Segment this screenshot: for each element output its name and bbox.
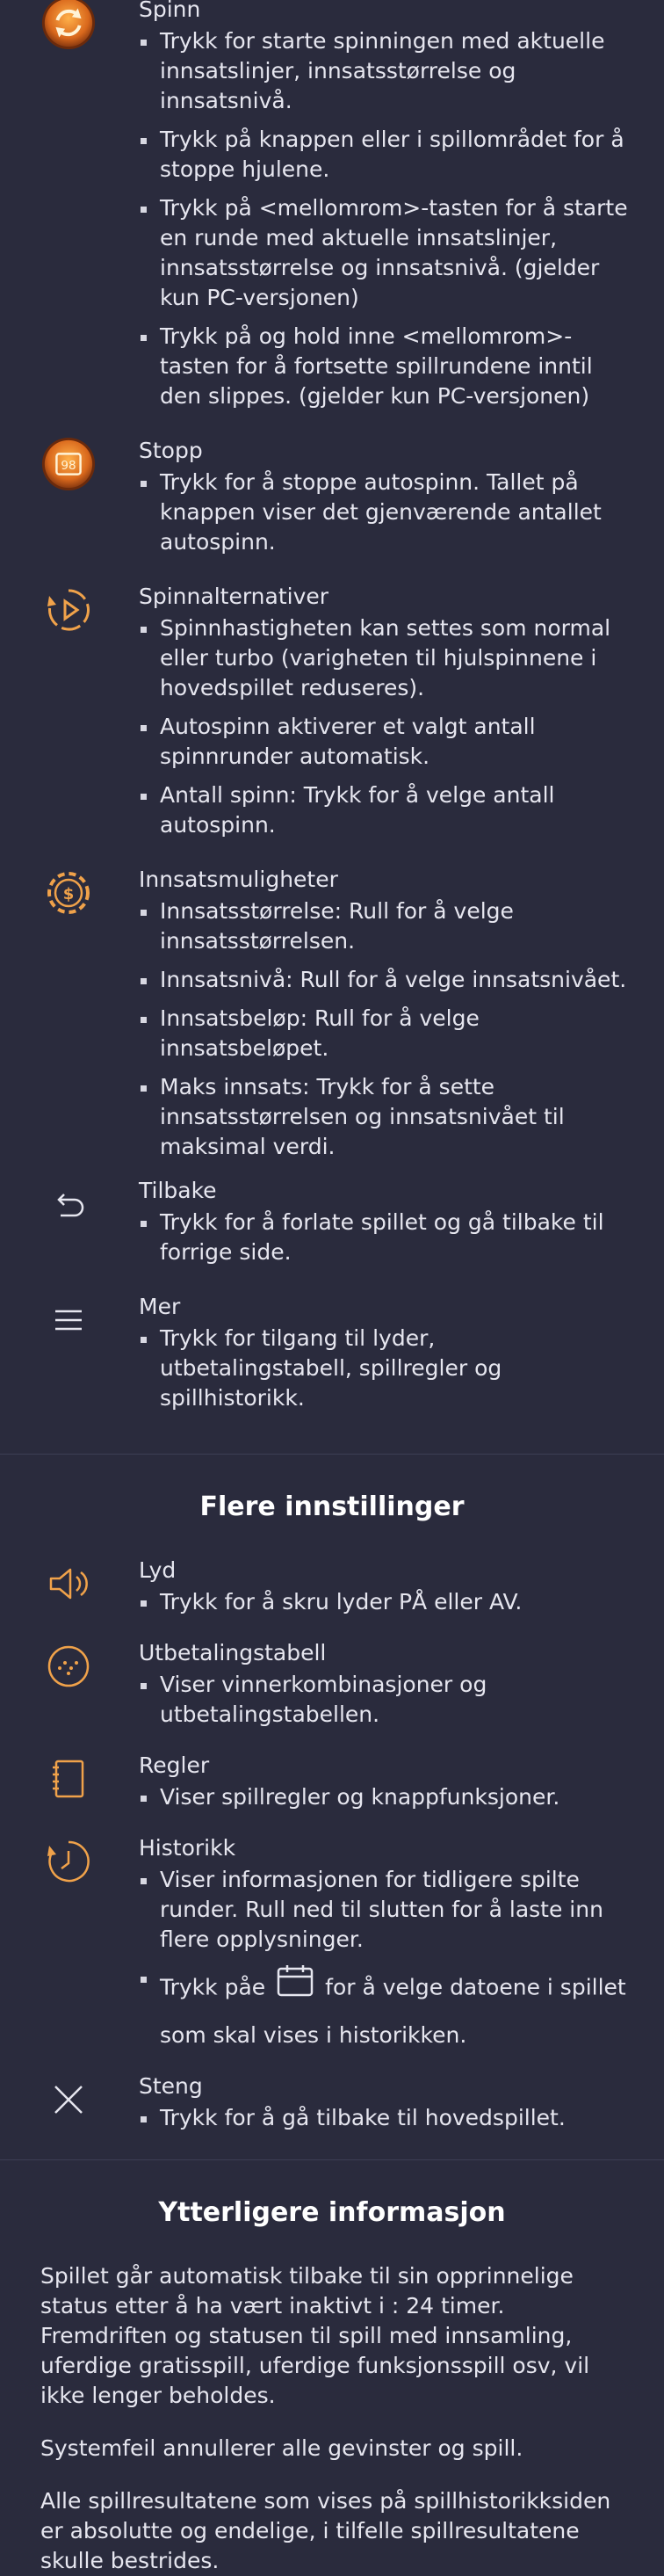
rules-icon (40, 1751, 97, 1807)
calendar-text-before: Trykk påe (160, 1974, 266, 2000)
bullet-item: Trykk for starte spinningen med aktuelle… (139, 26, 629, 116)
control-back: Tilbake Trykk for å forlate spillet og g… (0, 1176, 664, 1276)
spin-options-icon (40, 582, 97, 638)
menu-icon (40, 1292, 97, 1348)
info-paragraph: Alle spillresultatene som vises på spill… (40, 2488, 611, 2573)
bullet-item: Autospinn aktiverer et valgt antall spin… (139, 712, 629, 772)
control-bet-options: $ Innsatsmuligheter Innsatsstørrelse: Ru… (0, 865, 664, 1171)
setting-paytable: Utbetalingstabell Viser vinnerkombinasjo… (0, 1638, 664, 1738)
info-paragraph: Systemfeil annullerer alle gevinster og … (40, 2435, 523, 2461)
control-title: Stopp (139, 438, 203, 463)
bullet-item: Innsatsnivå: Rull for å velge innsatsniv… (139, 965, 629, 995)
control-title: Innsatsmuligheter (139, 867, 338, 892)
bullet-item: Trykk for å forlate spillet og gå tilbak… (139, 1208, 629, 1267)
bullet-item: Trykk for å gå tilbake til hovedspillet. (139, 2103, 629, 2133)
bullet-item: Viser spillregler og knappfunksjoner. (139, 1782, 629, 1812)
setting-title: Utbetalingstabell (139, 1640, 327, 1665)
bullet-list: Trykk for å skru lyder PÅ eller AV. (139, 1587, 629, 1617)
bullet-item: Viser vinnerkombinasjoner og utbetalings… (139, 1670, 629, 1730)
bullet-list: Trykk for å forlate spillet og gå tilbak… (139, 1208, 629, 1267)
bullet-list: Viser vinnerkombinasjoner og utbetalings… (139, 1670, 629, 1730)
setting-title: Historikk (139, 1835, 236, 1861)
paytable-icon (40, 1638, 97, 1694)
control-title: Spinn (139, 0, 201, 22)
bullet-list: Trykk for tilgang til lyder, utbetalings… (139, 1324, 629, 1413)
spin-icon (40, 0, 97, 51)
control-spin: Spinn Trykk for starte spinningen med ak… (0, 0, 664, 420)
bullet-list: Viser informasjonen for tidligere spilte… (139, 1865, 629, 2057)
bullet-list: Spinnhastigheten kan settes som normal e… (139, 613, 629, 840)
sound-icon (40, 1556, 97, 1612)
setting-title: Steng (139, 2073, 203, 2099)
bullet-item: Trykk på og hold inne <mellomrom>-tasten… (139, 322, 629, 411)
bullet-item: Trykk på <mellomrom>-tasten for å starte… (139, 193, 629, 313)
setting-history: Historikk Viser informasjonen for tidlig… (0, 1833, 664, 2066)
bullet-list: Trykk for starte spinningen med aktuelle… (139, 26, 629, 411)
bullet-list: Innsatsstørrelse: Rull for å velge innsa… (139, 896, 629, 1162)
section-heading: Flere innstillinger (199, 1491, 465, 1522)
bullet-list: Viser spillregler og knappfunksjoner. (139, 1782, 629, 1812)
additional-info-section: Ytterligere informasjon Spillet går auto… (0, 2160, 664, 2576)
control-spin-options: Spinnalternativer Spinnhastigheten kan s… (0, 582, 664, 849)
setting-title: Lyd (139, 1557, 177, 1583)
setting-close: Steng Trykk for å gå tilbake til hovedsp… (0, 2072, 664, 2142)
svg-text:$: $ (63, 885, 75, 903)
bullet-item: Trykk for å skru lyder PÅ eller AV. (139, 1587, 629, 1617)
history-icon (40, 1833, 97, 1890)
bullet-item: Antall spinn: Trykk for å velge antall a… (139, 780, 629, 840)
bullet-item: Innsatsbeløp: Rull for å velge innsatsbe… (139, 1004, 629, 1063)
bullet-list: Trykk for å stoppe autospinn. Tallet på … (139, 468, 629, 557)
calendar-icon (276, 1963, 314, 2014)
setting-rules: Regler Viser spillregler og knappfunksjo… (0, 1751, 664, 1821)
section-heading: Ytterligere informasjon (158, 2197, 506, 2228)
bullet-item: Trykk for tilgang til lyder, utbetalings… (139, 1324, 629, 1413)
control-title: Tilbake (139, 1178, 217, 1203)
bullet-item-calendar: Trykk påe for å velge datoene i spillet s… (139, 1963, 629, 2057)
control-title: Spinnalternativer (139, 584, 329, 609)
bullet-item: Maks innsats: Trykk for å sette innsatss… (139, 1072, 629, 1162)
bullet-item: Trykk på knappen eller i spillområdet fo… (139, 125, 629, 185)
setting-sound: Lyd Trykk for å skru lyder PÅ eller AV. (0, 1556, 664, 1626)
bullet-item: Spinnhastigheten kan settes som normal e… (139, 613, 629, 703)
bullet-item: Innsatsstørrelse: Rull for å velge innsa… (139, 896, 629, 956)
control-more: Mer Trykk for tilgang til lyder, utbetal… (0, 1292, 664, 1422)
bullet-item: Viser informasjonen for tidligere spilte… (139, 1865, 629, 1955)
more-settings-section: Flere innstillinger Lyd Trykk for å skru… (0, 1455, 664, 2142)
back-icon (40, 1176, 97, 1232)
bet-options-icon: $ (40, 865, 97, 921)
control-stop: 98 Stopp Trykk for å stoppe autospinn. T… (0, 436, 664, 566)
stop-autospin-icon: 98 (40, 436, 97, 492)
info-paragraph: Spillet går automatisk tilbake til sin o… (40, 2263, 590, 2408)
stop-autospin-count: 98 (61, 459, 76, 473)
control-title: Mer (139, 1294, 181, 1319)
setting-title: Regler (139, 1752, 210, 1778)
bullet-item: Trykk for å stoppe autospinn. Tallet på … (139, 468, 629, 557)
bullet-list: Trykk for å gå tilbake til hovedspillet. (139, 2103, 629, 2133)
controls-section: Spinn Trykk for starte spinningen med ak… (0, 0, 664, 1422)
close-icon (40, 2072, 97, 2128)
